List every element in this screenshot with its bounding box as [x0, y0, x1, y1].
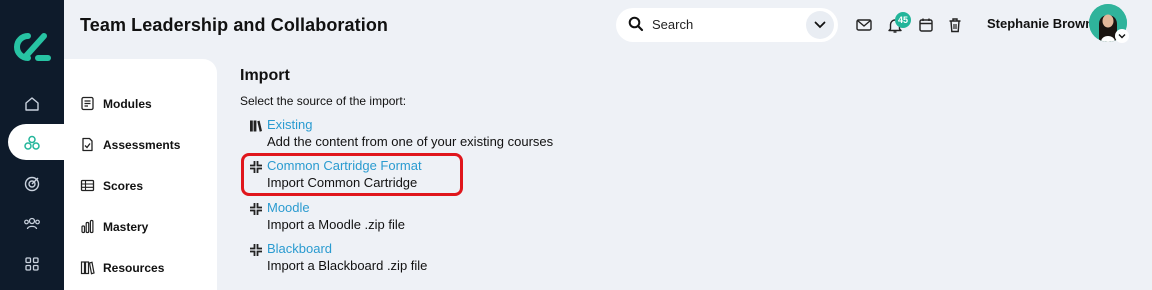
- rail-users-button[interactable]: [18, 210, 46, 238]
- page-heading: Import: [240, 67, 290, 84]
- sidebar-item-assessments[interactable]: Assessments: [80, 137, 180, 152]
- sidebar-item-label: Modules: [103, 96, 152, 111]
- courses-icon: [24, 135, 40, 150]
- mastery-icon: [81, 219, 94, 234]
- assessments-icon: [82, 137, 93, 152]
- option-description: Add the content from one of your existin…: [267, 134, 554, 149]
- search-icon: [628, 16, 644, 32]
- import-existing-link[interactable]: Existing: [267, 117, 313, 132]
- modules-icon: [81, 96, 94, 111]
- trash-icon[interactable]: [946, 16, 964, 34]
- search-input[interactable]: Search: [652, 17, 693, 32]
- chevron-down-icon: [814, 21, 826, 29]
- import-moodle-link[interactable]: Moodle: [267, 200, 310, 215]
- users-icon: [24, 217, 40, 230]
- import-arrows-icon: [250, 203, 262, 215]
- rail-courses-button[interactable]: [18, 129, 46, 157]
- sidebar-item-label: Scores: [103, 178, 144, 193]
- rail-home-button[interactable]: [18, 90, 46, 118]
- chevron-down-icon: [1118, 34, 1126, 39]
- rail-apps-button[interactable]: [18, 250, 46, 278]
- option-description: Import a Blackboard .zip file: [267, 258, 428, 273]
- sidebar-item-mastery[interactable]: Mastery: [80, 219, 148, 234]
- sidebar-item-label: Resources: [103, 260, 165, 275]
- highlight-box: [241, 153, 463, 196]
- apps-icon: [25, 257, 39, 271]
- user-menu-button[interactable]: [1115, 29, 1129, 43]
- primary-sidebar: [0, 0, 68, 290]
- app-logo[interactable]: [12, 30, 52, 64]
- course-sidebar: Modules Assessments Scores Mastery Resou…: [64, 59, 217, 290]
- sidebar-item-label: Assessments: [103, 137, 181, 152]
- notification-badge: 45: [895, 12, 911, 28]
- books-icon: [250, 120, 262, 132]
- search-box[interactable]: Search: [616, 8, 838, 42]
- page-title: Team Leadership and Collaboration: [80, 15, 389, 35]
- sidebar-item-label: Mastery: [103, 219, 149, 234]
- home-icon: [25, 97, 39, 111]
- mail-icon[interactable]: [855, 16, 873, 34]
- rail-goals-button[interactable]: [18, 170, 46, 198]
- target-icon: [24, 176, 40, 192]
- resources-icon: [80, 261, 95, 275]
- sidebar-item-modules[interactable]: Modules: [80, 96, 152, 111]
- scores-icon: [80, 179, 95, 192]
- import-arrows-icon: [250, 244, 262, 256]
- user-name[interactable]: Stephanie Brown: [987, 16, 1093, 31]
- import-instructions: Select the source of the import:: [240, 94, 407, 108]
- option-description: Import a Moodle .zip file: [267, 217, 406, 232]
- sidebar-item-scores[interactable]: Scores: [80, 178, 143, 193]
- calendar-icon[interactable]: [917, 16, 935, 34]
- search-dropdown-button[interactable]: [806, 11, 834, 39]
- import-blackboard-link[interactable]: Blackboard: [267, 241, 332, 256]
- sidebar-item-resources[interactable]: Resources: [80, 260, 164, 275]
